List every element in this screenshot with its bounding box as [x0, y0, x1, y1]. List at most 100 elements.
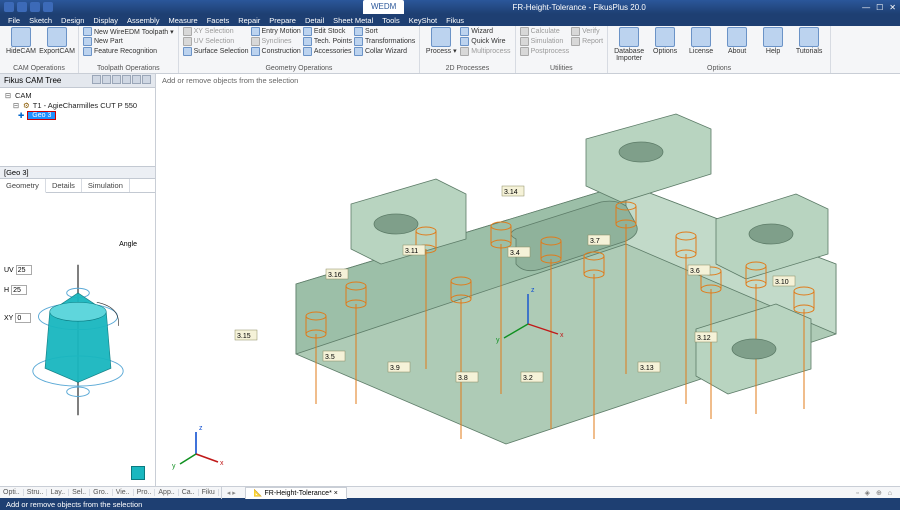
tab-simulation[interactable]: Simulation: [82, 179, 130, 192]
ribbon-btn-edit-stock[interactable]: Edit Stock: [303, 27, 352, 36]
ribbon-btn-verify: Verify: [571, 27, 603, 36]
ribbon-group-label: Utilities: [520, 65, 604, 73]
dimension-label: 3.15: [237, 333, 251, 340]
ribbon-btn-accessories[interactable]: Accessories: [303, 47, 352, 56]
h-input[interactable]: [11, 285, 27, 295]
dimension-label: 3.9: [390, 365, 400, 372]
ribbon-btn-tech-points[interactable]: Tech. Points: [303, 37, 352, 46]
tree-tool-icon[interactable]: [122, 75, 131, 84]
ribbon-icon: [303, 27, 312, 36]
menu-file[interactable]: File: [8, 16, 20, 25]
menu-sheet-metal[interactable]: Sheet Metal: [333, 16, 373, 25]
ribbon-group-cam-operations: HideCAMExportCAMCAM Operations: [0, 26, 79, 73]
menu-design[interactable]: Design: [61, 16, 84, 25]
ribbon-icon: [571, 37, 580, 46]
ribbon-btn-new-wireedm-toolpath-[interactable]: New WireEDM Toolpath ▾: [83, 27, 174, 36]
solid-toggle-icon[interactable]: [131, 466, 145, 480]
uv-input[interactable]: [16, 265, 32, 275]
qat-btn[interactable]: [17, 2, 27, 12]
panel-tab[interactable]: Fiku: [199, 489, 219, 496]
menu-prepare[interactable]: Prepare: [269, 16, 296, 25]
tab-geometry[interactable]: Geometry: [0, 179, 46, 193]
tab-details[interactable]: Details: [46, 179, 82, 192]
menu-tools[interactable]: Tools: [382, 16, 400, 25]
ribbon-btn-uv-selection: UV Selection: [183, 37, 249, 46]
maximize-button[interactable]: ☐: [876, 3, 883, 12]
menu-sketch[interactable]: Sketch: [29, 16, 52, 25]
window-title: FR-Height-Tolerance - FikusPlus 20.0: [512, 3, 645, 12]
ribbon-icon: [183, 37, 192, 46]
ribbon-group-label: Options: [612, 65, 826, 73]
ribbon-btn-process-[interactable]: Process ▾: [424, 27, 458, 55]
ribbon-btn-hidecam[interactable]: HideCAM: [4, 27, 38, 55]
panel-tab[interactable]: Gro..: [90, 489, 113, 496]
panel-tab[interactable]: App..: [155, 489, 178, 496]
document-tab[interactable]: 📐 FR-Height-Tolerance* ×: [245, 487, 347, 499]
viewport-3d[interactable]: Add or remove objects from the selection: [156, 74, 900, 486]
qat-btn[interactable]: [30, 2, 40, 12]
ribbon-btn-options[interactable]: Options: [648, 27, 682, 55]
tree-machine-node[interactable]: ⊟⚙T1 - AgieCharmilles CUT P 550: [4, 101, 151, 111]
tree-tool-icon[interactable]: [132, 75, 141, 84]
ribbon-btn-help[interactable]: Help: [756, 27, 790, 55]
ribbon-icon: [763, 27, 783, 47]
ribbon-btn-transformations[interactable]: Transformations: [354, 37, 415, 46]
tree-tool-icon[interactable]: [142, 75, 151, 84]
close-button[interactable]: ✕: [889, 3, 896, 12]
ribbon-btn-new-part[interactable]: New Part: [83, 37, 174, 46]
ribbon-btn-license[interactable]: License: [684, 27, 718, 55]
ribbon-btn-surface-selection[interactable]: Surface Selection: [183, 47, 249, 56]
ribbon-btn-quick-wire[interactable]: Quick Wire: [460, 37, 510, 46]
dimension-label: 3.8: [458, 375, 468, 382]
ribbon-btn-exportcam[interactable]: ExportCAM: [40, 27, 74, 55]
ribbon-btn-entry-motion[interactable]: Entry Motion: [251, 27, 301, 36]
menu-detail[interactable]: Detail: [305, 16, 324, 25]
tree-geo-label: Geo 3: [27, 111, 56, 120]
ribbon-btn-about[interactable]: About: [720, 27, 754, 55]
view-controls[interactable]: ▫ ◈ ⊕ ⌂: [850, 489, 900, 497]
ribbon-btn-feature-recognition[interactable]: Feature Recognition: [83, 47, 174, 56]
panel-tab[interactable]: Lay..: [47, 489, 69, 496]
menu-display[interactable]: Display: [93, 16, 118, 25]
ribbon-btn-tutorials[interactable]: Tutorials: [792, 27, 826, 55]
menu-repair[interactable]: Repair: [238, 16, 260, 25]
ribbon-btn-collar-wizard[interactable]: Collar Wizard: [354, 47, 415, 56]
tree-tool-icon[interactable]: [92, 75, 101, 84]
ribbon-icon: [460, 37, 469, 46]
panel-tab[interactable]: Vie..: [113, 489, 134, 496]
ribbon-group-label: Toolpath Operations: [83, 65, 174, 73]
ribbon-icon: [727, 27, 747, 47]
ribbon-btn-calculate: Calculate: [520, 27, 570, 36]
menu-measure[interactable]: Measure: [169, 16, 198, 25]
panel-tab[interactable]: Stru..: [24, 489, 48, 496]
panel-tab[interactable]: Opti..: [0, 489, 24, 496]
panel-tab[interactable]: Sel..: [69, 489, 90, 496]
dimension-label: 3.14: [504, 189, 518, 196]
tree-geo-node-selected[interactable]: ✚Geo 3: [18, 111, 151, 121]
tree-tool-icon[interactable]: [102, 75, 111, 84]
ribbon-tab-active[interactable]: WEDM: [363, 0, 404, 14]
ribbon-btn-wizard[interactable]: Wizard: [460, 27, 510, 36]
qat-btn[interactable]: [43, 2, 53, 12]
minimize-button[interactable]: —: [862, 3, 870, 12]
ribbon-btn-multiprocess: Multiprocess: [460, 47, 510, 56]
cam-tree[interactable]: ⊟CAM ⊟⚙T1 - AgieCharmilles CUT P 550 ✚Ge…: [0, 88, 155, 166]
status-text: Add or remove objects from the selection: [6, 500, 142, 509]
menu-fikus[interactable]: Fikus: [446, 16, 464, 25]
ribbon-btn-sort[interactable]: Sort: [354, 27, 415, 36]
menu-keyshot[interactable]: KeyShot: [409, 16, 437, 25]
ribbon-btn-database-importer[interactable]: Database Importer: [612, 27, 646, 62]
ribbon-group-geometry-operations: XY SelectionUV SelectionSurface Selectio…: [179, 26, 421, 73]
svg-text:x: x: [560, 332, 564, 339]
menu-assembly[interactable]: Assembly: [127, 16, 160, 25]
ribbon-btn-construction[interactable]: Construction: [251, 47, 301, 56]
xy-input[interactable]: [15, 313, 31, 323]
qat-btn[interactable]: [4, 2, 14, 12]
panel-tab[interactable]: Pro..: [134, 489, 156, 496]
panel-tab[interactable]: Ca..: [179, 489, 199, 496]
menu-facets[interactable]: Facets: [207, 16, 230, 25]
tree-tool-icon[interactable]: [112, 75, 121, 84]
cam-tree-title: Fikus CAM Tree: [4, 76, 61, 85]
tree-root[interactable]: ⊟CAM: [4, 91, 151, 101]
ribbon-icon: [691, 27, 711, 47]
